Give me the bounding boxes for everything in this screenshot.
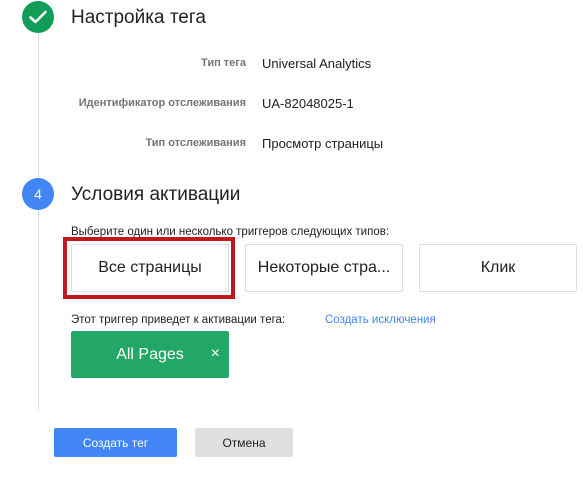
tracking-type-label: Тип отслеживания bbox=[145, 137, 246, 149]
trigger-type-some-pages[interactable]: Некоторые стра... bbox=[245, 244, 403, 292]
tracking-id-value: UA-82048025-1 bbox=[262, 96, 354, 111]
trigger-type-click[interactable]: Клик bbox=[419, 244, 577, 292]
step-number-badge: 4 bbox=[22, 178, 54, 210]
create-exceptions-link[interactable]: Создать исключения bbox=[325, 314, 436, 326]
step-triggers-title: Условия активации bbox=[71, 184, 241, 205]
tag-type-value: Universal Analytics bbox=[262, 56, 372, 71]
close-icon[interactable]: × bbox=[211, 345, 220, 363]
check-icon bbox=[29, 10, 47, 24]
step-complete-check-icon bbox=[22, 1, 54, 33]
create-tag-button[interactable]: Создать тег bbox=[54, 428, 177, 457]
tracking-type-value: Просмотр страницы bbox=[262, 136, 384, 151]
tag-editor: Настройка тега Тип тега Universal Analyt… bbox=[0, 0, 586, 480]
selected-trigger-label: All Pages bbox=[116, 346, 184, 363]
stepper-line bbox=[38, 30, 39, 410]
selected-trigger-chip[interactable]: All Pages × bbox=[71, 331, 229, 378]
cancel-button[interactable]: Отмена bbox=[195, 428, 293, 457]
annotation-highlight-box bbox=[63, 237, 235, 299]
activation-text: Этот триггер приведет к активации тега: bbox=[71, 314, 286, 326]
tag-type-label: Тип тега bbox=[201, 57, 246, 69]
step-tag-setup-title: Настройка тега bbox=[71, 7, 206, 28]
tracking-id-label: Идентификатор отслеживания bbox=[78, 97, 246, 109]
